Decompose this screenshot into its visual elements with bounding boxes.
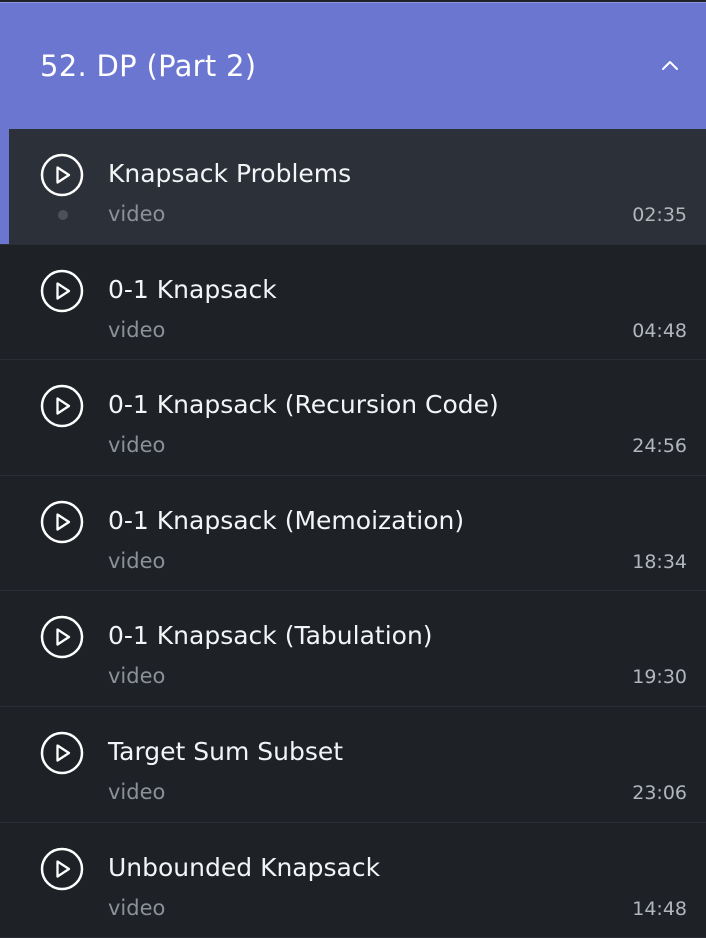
lecture-type: video: [108, 317, 166, 342]
lecture-item[interactable]: 0-1 Knapsack (Recursion Code) video 24:5…: [0, 360, 706, 476]
lecture-duration: 19:30: [632, 666, 687, 689]
lecture-list: Knapsack Problems video 02:35 0-1 Knapsa…: [0, 129, 706, 938]
progress-dot: [58, 210, 68, 220]
lecture-duration: 23:06: [632, 781, 687, 804]
lecture-title: Knapsack Problems: [108, 159, 352, 188]
lecture-type: video: [108, 895, 166, 920]
lecture-duration: 24:56: [632, 435, 687, 458]
lecture-item[interactable]: 0-1 Knapsack video 04:48: [0, 245, 706, 361]
lecture-duration: 04:48: [632, 319, 687, 342]
lecture-title: 0-1 Knapsack (Recursion Code): [108, 390, 499, 420]
lecture-item[interactable]: Target Sum Subset video 23:06: [0, 707, 706, 823]
play-circle-icon[interactable]: [40, 153, 84, 197]
lecture-duration: 02:35: [632, 204, 687, 226]
section-title: 52. DP (Part 2): [40, 49, 257, 83]
lecture-type: video: [108, 779, 166, 804]
course-section-panel: 52. DP (Part 2) Knapsack Problems video …: [0, 0, 706, 938]
lecture-duration: 18:34: [632, 550, 687, 573]
lecture-title: 0-1 Knapsack (Tabulation): [108, 621, 433, 651]
lecture-title: 0-1 Knapsack (Memoization): [108, 505, 465, 535]
lecture-type: video: [108, 664, 166, 689]
lecture-title: Target Sum Subset: [108, 736, 344, 766]
play-circle-icon[interactable]: [40, 384, 84, 428]
play-circle-icon[interactable]: [40, 615, 84, 659]
lecture-item[interactable]: Knapsack Problems video 02:35: [0, 129, 706, 245]
lecture-item[interactable]: Unbounded Knapsack video 14:48: [0, 823, 706, 938]
lecture-type: video: [108, 433, 166, 458]
lecture-item[interactable]: 0-1 Knapsack (Memoization) video 18:34: [0, 476, 706, 592]
lecture-title: Unbounded Knapsack: [108, 852, 381, 882]
lecture-title: 0-1 Knapsack: [108, 274, 277, 304]
play-circle-icon[interactable]: [40, 269, 84, 313]
play-circle-icon[interactable]: [40, 731, 84, 775]
lecture-item[interactable]: 0-1 Knapsack (Tabulation) video 19:30: [0, 591, 706, 707]
lecture-duration: 14:48: [632, 897, 687, 920]
section-header[interactable]: 52. DP (Part 2): [0, 2, 706, 129]
play-circle-icon[interactable]: [40, 847, 84, 891]
lecture-type: video: [108, 202, 166, 226]
chevron-up-icon[interactable]: [654, 50, 686, 82]
lecture-type: video: [108, 548, 166, 573]
play-circle-icon[interactable]: [40, 500, 84, 544]
